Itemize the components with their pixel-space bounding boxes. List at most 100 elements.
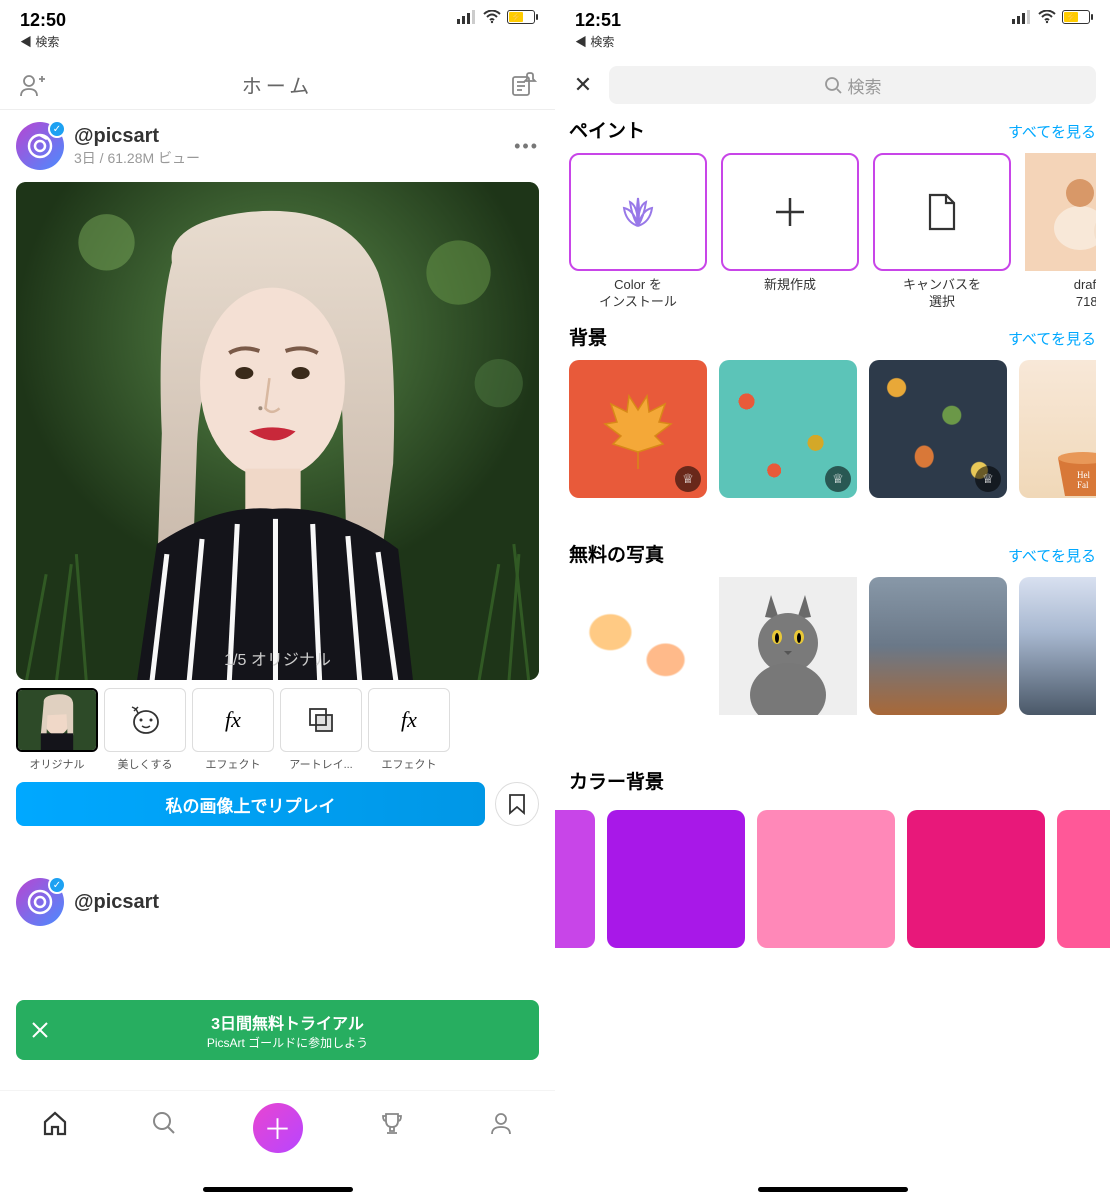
nav-challenges[interactable] <box>372 1103 412 1143</box>
color-swatch[interactable] <box>555 810 595 948</box>
color-bg-section: カラー背景 <box>555 761 1110 810</box>
more-options-icon[interactable]: ••• <box>514 136 539 157</box>
photo-tile[interactable] <box>869 577 1007 715</box>
paint-draft[interactable]: draft_1 71883 <box>1025 153 1096 311</box>
search-icon <box>824 76 842 94</box>
premium-badge-icon: ♕ <box>675 466 701 492</box>
feed-post-2: ✓ @picsart <box>0 878 555 926</box>
post-username[interactable]: @picsart <box>74 891 159 914</box>
post-header: ✓ @picsart 3日 / 61.28M ビュー ••• <box>16 122 539 170</box>
battery-icon: ⚡ <box>1062 10 1090 24</box>
bottom-nav: ＋ <box>0 1090 555 1200</box>
nav-profile[interactable] <box>481 1103 521 1143</box>
thumb-beautify[interactable]: 美しくする <box>104 688 186 772</box>
photo-tile[interactable] <box>569 577 707 715</box>
app-header: ホーム <box>0 60 555 110</box>
add-friend-icon[interactable] <box>18 71 46 99</box>
nav-home[interactable] <box>35 1103 75 1143</box>
paint-color-install[interactable]: Color を インストール <box>569 153 707 311</box>
verified-badge-icon: ✓ <box>48 120 66 138</box>
avatar[interactable]: ✓ <box>16 878 64 926</box>
thumb-original[interactable]: オリジナル <box>16 688 98 772</box>
svg-text:Fal: Fal <box>1077 480 1089 490</box>
trophy-icon <box>378 1109 406 1137</box>
status-time: 12:50 <box>20 10 66 31</box>
fx-icon: fx <box>225 707 241 733</box>
person-icon <box>487 1109 515 1137</box>
search-placeholder: 検索 <box>848 73 882 98</box>
replay-button[interactable]: 私の画像上でリプレイ <box>16 782 485 826</box>
thumb-artlayer[interactable]: アートレイ... <box>280 688 362 772</box>
status-icons: ⚡ <box>1012 10 1090 24</box>
section-title: 背景 <box>569 323 607 350</box>
bookmark-icon <box>508 793 526 815</box>
status-icons: ⚡ <box>457 10 535 24</box>
wifi-icon <box>1038 10 1056 24</box>
bg-tile[interactable]: ♕ <box>869 360 1007 498</box>
notification-icon[interactable] <box>509 71 537 99</box>
post-meta: 3日 / 61.28M ビュー <box>74 148 200 168</box>
status-bar: 12:50 ◀ 検索 ⚡ <box>0 0 555 60</box>
section-title: カラー背景 <box>569 767 664 794</box>
background-section: 背景 すべてを見る ♕ ♕ ♕ HelFal <box>555 317 1110 504</box>
paint-section: ペイント すべてを見る Color を インストール 新規作成 キャンバスを 選… <box>555 110 1110 317</box>
layers-icon <box>307 706 335 734</box>
cellular-icon <box>457 10 477 24</box>
bg-tile[interactable]: ♕ <box>719 360 857 498</box>
home-screen: 12:50 ◀ 検索 ⚡ ホーム ✓ @picsart 3日 / 61.28M … <box>0 0 555 1200</box>
paint-new[interactable]: 新規作成 <box>721 153 859 311</box>
svg-text:Hel: Hel <box>1077 470 1090 480</box>
trial-subtitle: PicsArt ゴールドに参加しよう <box>50 1034 525 1051</box>
section-title: 無料の写真 <box>569 540 664 567</box>
bookmark-button[interactable] <box>495 782 539 826</box>
home-indicator[interactable] <box>758 1187 908 1192</box>
bg-tile[interactable]: ♕ <box>569 360 707 498</box>
maple-leaf-icon <box>593 384 683 474</box>
post-username[interactable]: @picsart <box>74 125 200 148</box>
color-row <box>555 810 1110 948</box>
trial-banner[interactable]: 3日間無料トライアル PicsArt ゴールドに参加しよう <box>16 1000 539 1060</box>
battery-icon: ⚡ <box>507 10 535 24</box>
nav-create[interactable]: ＋ <box>253 1103 303 1153</box>
bg-tile[interactable]: HelFal <box>1019 360 1096 498</box>
thumb-effect-1[interactable]: fx エフェクト <box>192 688 274 772</box>
color-swatch[interactable] <box>757 810 895 948</box>
see-all-link[interactable]: すべてを見る <box>1008 545 1096 566</box>
lotus-icon <box>616 194 660 230</box>
see-all-link[interactable]: すべてを見る <box>1008 121 1096 142</box>
home-indicator[interactable] <box>203 1187 353 1192</box>
feed-post: ✓ @picsart 3日 / 61.28M ビュー ••• <box>0 110 555 838</box>
plus-icon <box>772 194 808 230</box>
edit-thumbs: オリジナル 美しくする fx エフェクト アートレイ... fx エフェクト <box>16 688 539 772</box>
nav-search[interactable] <box>144 1103 184 1143</box>
status-bar: 12:51 ◀ 検索 ⚡ <box>555 0 1110 60</box>
search-header: ✕ 検索 <box>555 60 1110 110</box>
paint-canvas[interactable]: キャンバスを 選択 <box>873 153 1011 311</box>
avatar[interactable]: ✓ <box>16 122 64 170</box>
document-icon <box>924 191 960 233</box>
see-all-link[interactable]: すべてを見る <box>1008 328 1096 349</box>
premium-badge-icon: ♕ <box>975 466 1001 492</box>
back-to-app[interactable]: ◀ 検索 <box>20 33 59 50</box>
close-button[interactable]: ✕ <box>569 72 597 98</box>
back-to-app[interactable]: ◀ 検索 <box>575 33 614 50</box>
search-input[interactable]: 検索 <box>609 66 1096 104</box>
close-icon[interactable] <box>30 1020 50 1040</box>
trial-title: 3日間無料トライアル <box>50 1010 525 1034</box>
post-image[interactable]: 1/5 オリジナル <box>16 182 539 680</box>
page-title: ホーム <box>242 70 313 99</box>
premium-badge-icon: ♕ <box>825 466 851 492</box>
free-photos-section: 無料の写真 すべてを見る <box>555 534 1110 721</box>
status-time: 12:51 <box>575 10 621 31</box>
image-counter: 1/5 オリジナル <box>224 646 331 670</box>
cellular-icon <box>1012 10 1032 24</box>
sparkle-face-icon <box>128 705 162 735</box>
color-swatch[interactable] <box>907 810 1045 948</box>
thumb-effect-2[interactable]: fx エフェクト <box>368 688 450 772</box>
photo-tile[interactable] <box>1019 577 1096 715</box>
create-screen: 12:51 ◀ 検索 ⚡ ✕ 検索 ペイント すべてを見る Color を イン… <box>555 0 1110 1200</box>
color-swatch[interactable] <box>1057 810 1110 948</box>
home-icon <box>41 1109 69 1137</box>
color-swatch[interactable] <box>607 810 745 948</box>
photo-tile[interactable] <box>719 577 857 715</box>
